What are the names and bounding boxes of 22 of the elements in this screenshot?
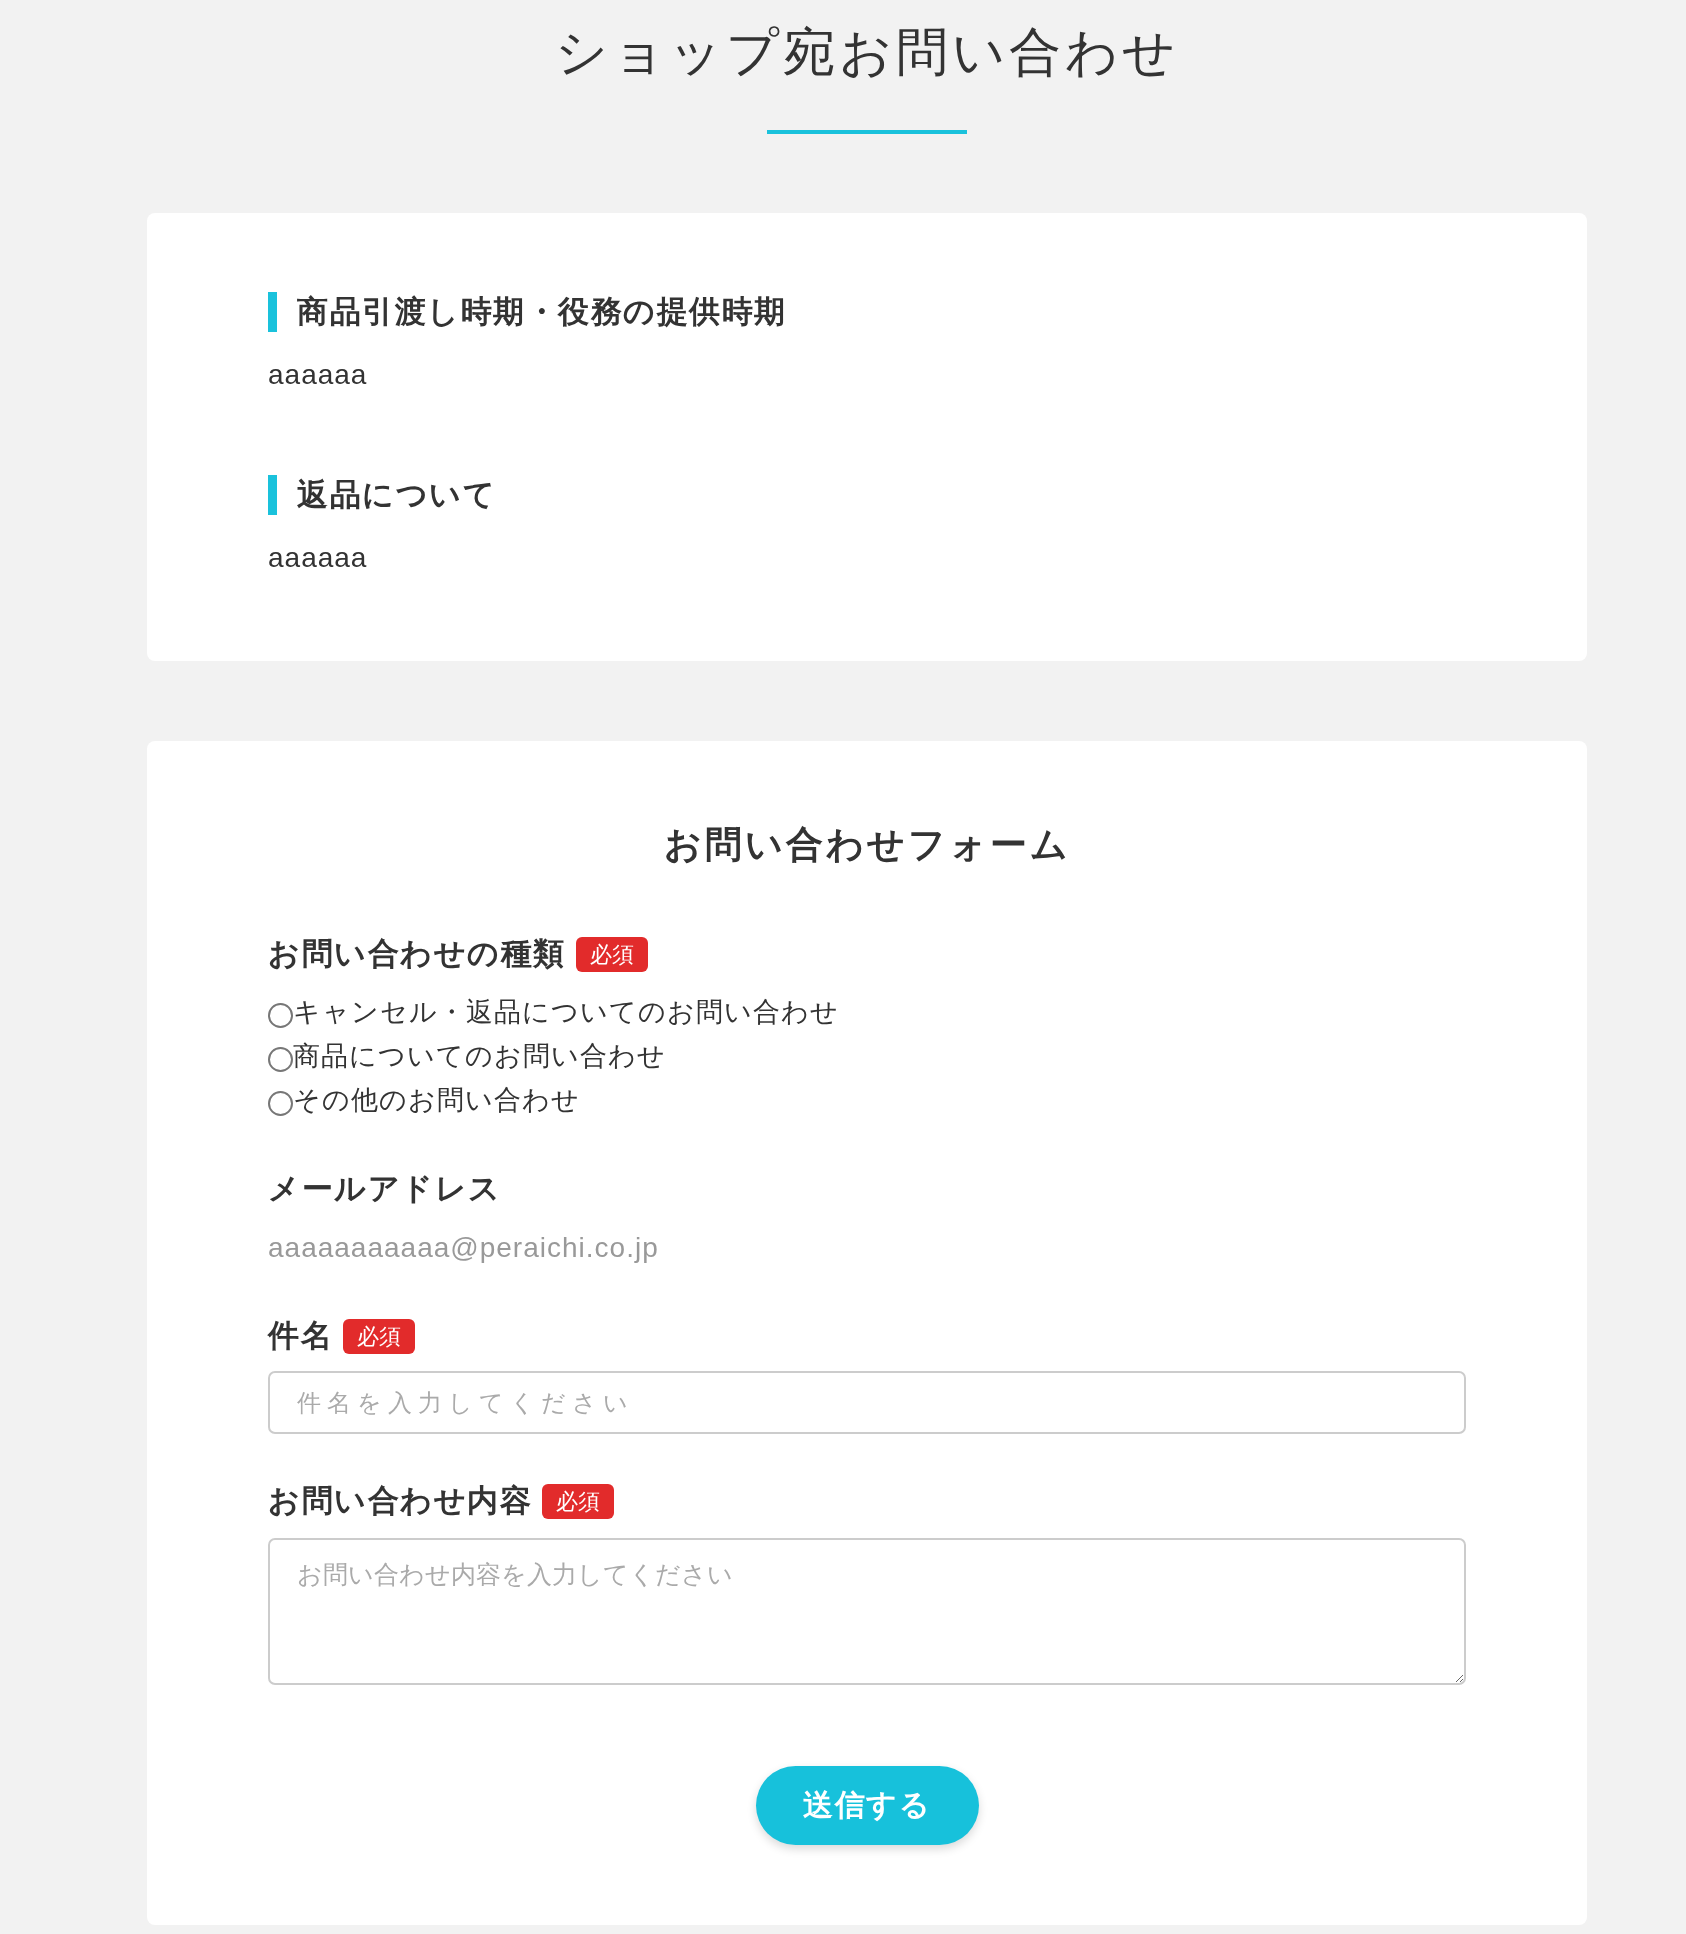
field-label: お問い合わせの種類	[268, 935, 566, 973]
radio-button[interactable]	[268, 1090, 293, 1116]
subject-input[interactable]: 件名を入力してください	[268, 1371, 1466, 1434]
option-label[interactable]: 商品についてのお問い合わせ	[293, 1038, 666, 1074]
section-text: aaaaaa	[268, 541, 369, 575]
message-textarea[interactable]: お問い合わせ内容を入力してください	[268, 1538, 1466, 1685]
section-text: aaaaaa	[268, 358, 369, 392]
section-heading: 返品について	[268, 475, 1466, 515]
required-badge: 必須	[343, 1318, 415, 1354]
option-label[interactable]: その他のお問い合わせ	[293, 1082, 580, 1118]
field-label: メールアドレス	[268, 1170, 502, 1208]
section-heading: 商品引渡し時期・役務の提供時期	[268, 292, 1466, 332]
email-value: aaaaaaaaaaa@peraichi.co.jp	[268, 1231, 660, 1265]
field-label: 件名	[268, 1317, 333, 1355]
field-label: お問い合わせ内容	[268, 1482, 532, 1520]
radio-button[interactable]	[268, 1002, 293, 1028]
option-label[interactable]: キャンセル・返品についてのお問い合わせ	[293, 994, 839, 1030]
required-badge: 必須	[542, 1483, 614, 1519]
page-title: ショップ宛お問い合わせ	[555, 22, 1179, 83]
radio-button[interactable]	[268, 1046, 293, 1072]
required-badge: 必須	[575, 936, 648, 972]
form-title: お問い合わせフォーム	[662, 823, 1072, 867]
